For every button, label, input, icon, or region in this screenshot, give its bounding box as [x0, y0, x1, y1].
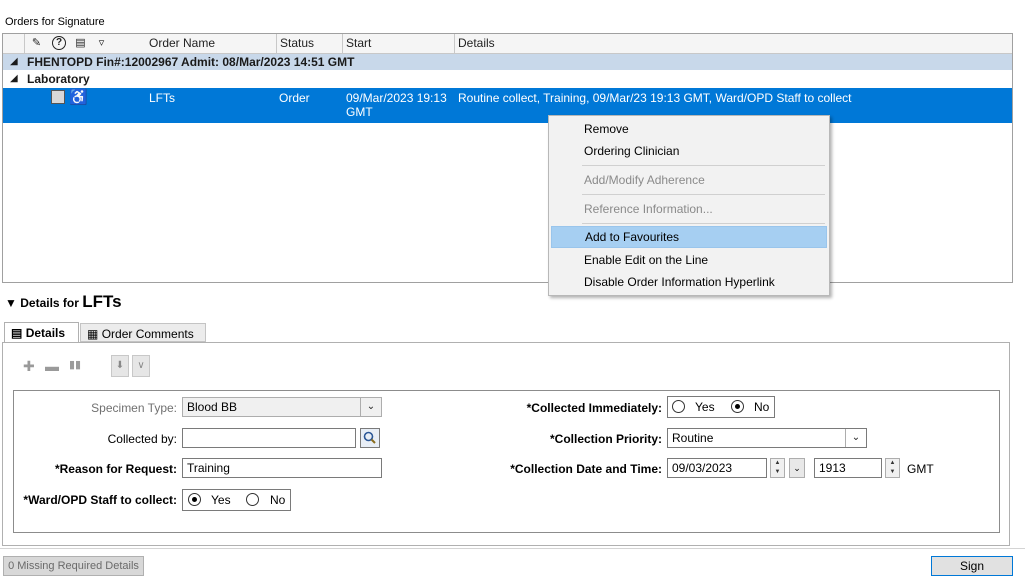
footer-divider [0, 548, 1025, 549]
menu-separator [582, 194, 825, 195]
order-checkbox[interactable] [51, 90, 65, 104]
page-title: Orders for Signature [5, 16, 105, 28]
comments-tab-icon: ▦ [87, 327, 99, 341]
details-heading[interactable]: ▼ Details for LFTs [5, 292, 122, 312]
collected-immediately-label: *Collected Immediately: [526, 401, 662, 415]
ward-staff-label: *Ward/OPD Staff to collect: [23, 493, 177, 507]
tab-order-comments[interactable]: ▦ Order Comments [80, 323, 206, 342]
collection-date-input[interactable]: 09/03/2023 [667, 458, 767, 478]
specimen-type-select[interactable]: Blood BB ⌄ [182, 397, 382, 417]
menu-separator [582, 223, 825, 224]
reason-label: *Reason for Request: [54, 462, 177, 476]
menu-item-ordering-clinician[interactable]: Ordering Clinician [551, 140, 827, 162]
collected-by-input[interactable] [182, 428, 356, 448]
collected-by-label: Collected by: [107, 432, 177, 446]
collected-immediately-no-radio[interactable] [731, 400, 744, 413]
collapse-all-icon[interactable]: ∨ [132, 355, 150, 377]
tab-details[interactable]: ▤ Details [4, 322, 79, 342]
stack-icon[interactable]: ▬ [45, 358, 59, 374]
wheelchair-icon: ♿ [69, 89, 88, 106]
column-header-status[interactable]: Status [277, 34, 343, 53]
context-menu: Remove Ordering Clinician Add/Modify Adh… [548, 115, 830, 296]
ward-staff-radio-group: Yes No [182, 489, 291, 511]
order-details-form: Specimen Type: Blood BB ⌄ Collected by: … [13, 390, 1000, 533]
pin-icon[interactable]: ✎ [29, 36, 44, 50]
menu-item-remove[interactable]: Remove [551, 118, 827, 140]
order-status: Order [279, 91, 310, 105]
order-start: 09/Mar/2023 19:13 GMT [346, 91, 447, 119]
collection-priority-label: *Collection Priority: [549, 432, 662, 446]
menu-item-enable-edit-on-line[interactable]: Enable Edit on the Line [551, 249, 827, 271]
collected-immediately-yes-radio[interactable] [672, 400, 685, 413]
encounter-label: FHENTOPD Fin#:12002967 Admit: 08/Mar/202… [27, 55, 355, 69]
order-name: LFTs [149, 91, 176, 105]
column-header-details[interactable]: Details [455, 34, 1012, 53]
order-row[interactable]: ♿ LFTs Order 09/Mar/2023 19:13 GMT Routi… [3, 88, 1012, 123]
ward-staff-yes-radio[interactable] [188, 493, 201, 506]
menu-separator [582, 165, 825, 166]
edit-icon[interactable]: ▤ [73, 36, 88, 50]
column-header-start[interactable]: Start [343, 34, 455, 53]
date-spinner[interactable]: ▲ ▼ [770, 458, 785, 478]
collected-immediately-radio-group: Yes No [667, 396, 775, 418]
collection-priority-select[interactable]: Routine ⌄ [667, 428, 867, 448]
collection-time-input[interactable]: 1913 [814, 458, 882, 478]
timezone-label: GMT [907, 462, 934, 476]
filter-icon[interactable]: ▿ [94, 36, 109, 50]
collapse-icon[interactable]: ◢ [10, 54, 18, 70]
chart-icon[interactable]: ▮▮ [69, 358, 81, 371]
column-header-order-name[interactable]: Order Name [146, 34, 277, 53]
move-down-icon[interactable]: ⬇ [111, 355, 129, 377]
expand-arrow-icon[interactable]: ▼ [5, 296, 17, 310]
collection-datetime-label: *Collection Date and Time: [510, 462, 662, 476]
category-label: Laboratory [27, 72, 90, 86]
specimen-type-label: Specimen Type: [91, 401, 177, 415]
help-icon[interactable]: ? [52, 36, 66, 50]
menu-item-reference-information[interactable]: Reference Information... [551, 198, 827, 220]
category-row[interactable]: ◢ Laboratory [3, 71, 1012, 87]
ward-staff-no-radio[interactable] [246, 493, 259, 506]
chevron-down-icon[interactable]: ⌄ [360, 398, 381, 416]
reason-input[interactable]: Training [182, 458, 382, 478]
add-icon[interactable]: ✚ [23, 358, 35, 375]
menu-item-disable-order-hyperlink[interactable]: Disable Order Information Hyperlink [551, 271, 827, 293]
missing-details-button[interactable]: 0 Missing Required Details [3, 556, 144, 576]
menu-item-add-modify-adherence[interactable]: Add/Modify Adherence [551, 169, 827, 191]
calendar-dropdown-icon[interactable]: ⌄ [789, 458, 805, 478]
menu-item-add-to-favourites[interactable]: Add to Favourites [551, 226, 827, 248]
encounter-group-row[interactable]: ◢ FHENTOPD Fin#:12002967 Admit: 08/Mar/2… [3, 54, 1012, 70]
time-spinner[interactable]: ▲ ▼ [885, 458, 900, 478]
collapse-icon[interactable]: ◢ [10, 71, 18, 87]
orders-grid: ✎ ? ▤ ▿ Order Name Status Start Details … [2, 33, 1013, 283]
search-icon[interactable] [360, 428, 380, 448]
details-tab-icon: ▤ [11, 326, 23, 340]
order-details: Routine collect, Training, 09/Mar/23 19:… [458, 91, 852, 105]
grid-header: ✎ ? ▤ ▿ Order Name Status Start Details [3, 34, 1012, 54]
details-tabs: ▤ Details ▦ Order Comments [2, 322, 1011, 342]
details-order-name: LFTs [82, 292, 122, 311]
chevron-down-icon[interactable]: ⌄ [845, 429, 866, 447]
sign-button[interactable]: Sign [931, 556, 1013, 576]
